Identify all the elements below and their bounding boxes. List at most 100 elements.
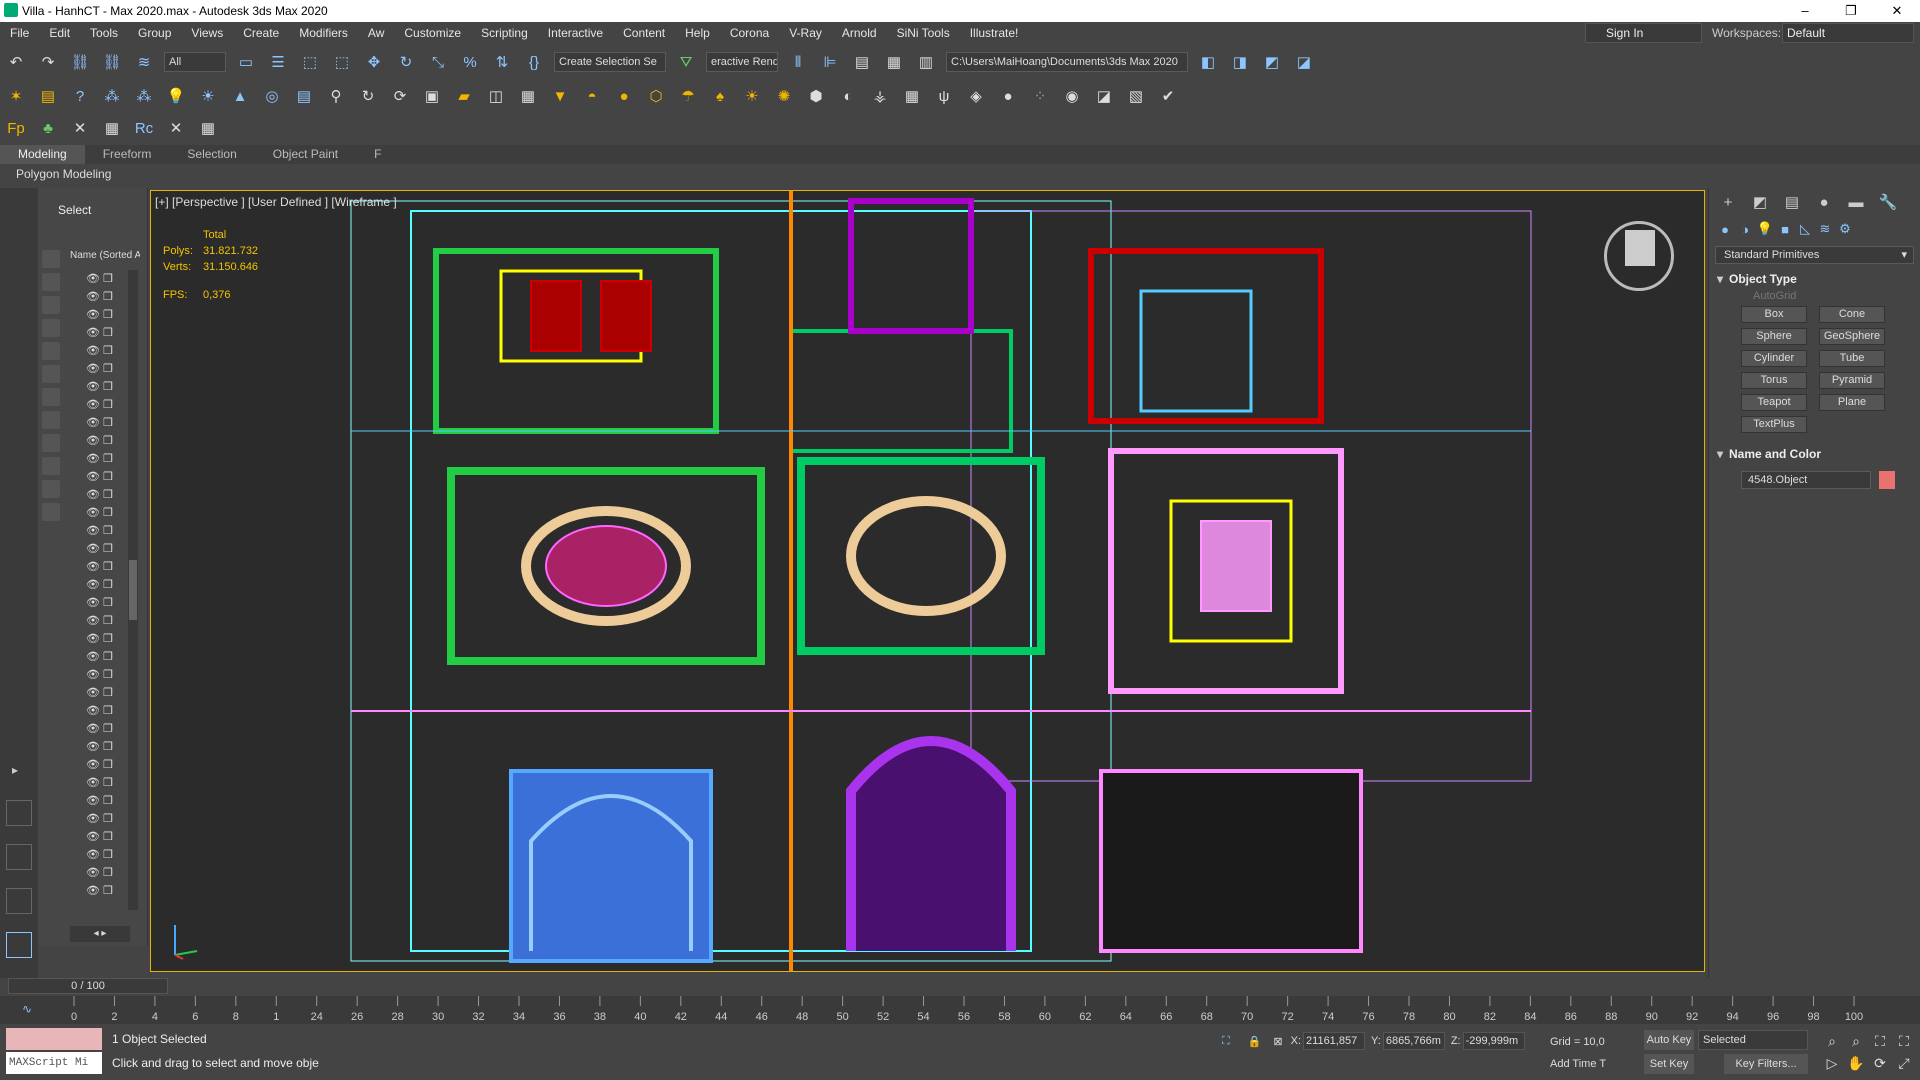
frame-buffer-icon[interactable]: ▣ (421, 85, 443, 107)
pan-icon[interactable]: ✋ (1844, 1052, 1868, 1074)
link-icon[interactable]: ⛓ (69, 51, 91, 73)
z-coordinate-field[interactable]: -299,999m (1462, 1032, 1525, 1050)
helpers-icon[interactable]: ◺ (1795, 221, 1815, 237)
textplus-button[interactable]: TextPlus (1741, 416, 1807, 433)
percent-snap-icon[interactable]: % (459, 51, 481, 73)
name-column-header[interactable]: Name (Sorted A (70, 250, 140, 264)
track-bar[interactable]: ∿ 0 2 4 6 8 1 24 26 28 30 32 34 36 38 40 42 44 46 48 50 52 54… (0, 996, 1920, 1024)
tab-modeling[interactable]: Modeling (0, 145, 85, 164)
interactive-render-icon[interactable]: ⛛ (675, 51, 697, 73)
x-coordinate-field[interactable]: 21161,857 (1303, 1032, 1366, 1050)
orbit-icon[interactable]: ⟳ (1868, 1052, 1892, 1074)
zoom-extents-all-icon[interactable]: ⛶ (1892, 1030, 1916, 1052)
curve-editor-icon[interactable]: ▥ (915, 51, 937, 73)
space-warps-icon[interactable]: ≋ (1815, 221, 1835, 237)
spinner-snap-icon[interactable]: ⇅ (491, 51, 513, 73)
filter-icon[interactable] (42, 296, 60, 314)
primitive-category-dropdown[interactable]: Standard Primitives (1715, 246, 1914, 264)
menu-illustrate[interactable]: Illustrate! (960, 22, 1029, 44)
tab-object-paint[interactable]: Object Paint (255, 145, 356, 164)
menu-sini-tools[interactable]: SiNi Tools (887, 22, 960, 44)
material-icon[interactable]: ◫ (485, 85, 507, 107)
filter-icon[interactable] (42, 503, 60, 521)
materials-icon[interactable]: ◪ (1093, 85, 1115, 107)
menu-create[interactable]: Create (233, 22, 289, 44)
filter-icon[interactable] (42, 434, 60, 452)
render-icon[interactable]: ▦ (517, 85, 539, 107)
teapot-button[interactable]: Teapot (1741, 394, 1807, 411)
mirror-icon[interactable]: ⫴ (787, 51, 809, 73)
polygon-modeling-panel[interactable]: Polygon Modeling (0, 164, 1920, 185)
vray-logo-icon[interactable]: ✔ (1157, 85, 1179, 107)
menu-content[interactable]: Content (613, 22, 675, 44)
tube-button[interactable]: Tube (1819, 350, 1885, 367)
zoom-all-icon[interactable]: ⌕ (1844, 1030, 1868, 1052)
omni-light-icon[interactable]: ▼ (549, 85, 571, 107)
ies-light-icon[interactable]: ♠ (709, 85, 731, 107)
forest-pack-icon[interactable]: Fp (5, 117, 27, 139)
object-name-field[interactable]: 4548.Object (1741, 471, 1871, 489)
filter-icon[interactable] (42, 388, 60, 406)
motion-tab-icon[interactable]: ● (1811, 192, 1837, 214)
minimize-icon[interactable]: – (1782, 0, 1828, 22)
viewport-layout-icon[interactable] (6, 800, 32, 826)
set-key-button[interactable]: Set Key (1644, 1054, 1694, 1074)
close-icon[interactable]: ✕ (1874, 0, 1920, 22)
curve-editor-mini-icon[interactable]: ∿ (22, 1002, 32, 1016)
redo-icon[interactable]: ↷ (37, 51, 59, 73)
color-balls-icon[interactable]: ⁘ (1029, 85, 1051, 107)
lights-icon[interactable]: 💡 (1755, 221, 1775, 237)
spot-light-icon[interactable]: ☂ (677, 85, 699, 107)
help-icon[interactable]: ? (69, 85, 91, 107)
workspace-dropdown[interactable]: Default (1782, 23, 1914, 43)
menu-aw[interactable]: Aw (358, 22, 394, 44)
lock-icon[interactable]: 🔒 (1248, 1035, 1262, 1048)
project-path-dropdown[interactable]: C:\Users\MaiHoang\Documents\3ds Max 2020 (946, 52, 1188, 72)
zoom-icon[interactable]: ⌕ (1820, 1030, 1844, 1052)
filter-icon[interactable] (42, 250, 60, 268)
menu-scripting[interactable]: Scripting (471, 22, 538, 44)
mesh-light-icon[interactable]: ⬡ (645, 85, 667, 107)
proxy-icon[interactable]: ◎ (261, 85, 283, 107)
shapes-icon[interactable]: ◑ (1735, 222, 1755, 237)
cone-light-icon[interactable]: ▲ (229, 85, 251, 107)
autogrid-checkbox[interactable]: AutoGrid (1753, 290, 1920, 302)
display-tab-icon[interactable]: ▬ (1843, 192, 1869, 214)
viewcube-face[interactable] (1625, 230, 1655, 266)
tree-icon[interactable]: ✶ (5, 85, 27, 107)
table-icon[interactable]: ▦ (101, 117, 123, 139)
palette-icon[interactable]: ◉ (1061, 85, 1083, 107)
maxscript-listener[interactable] (6, 1028, 102, 1050)
cameras-icon[interactable]: ■ (1775, 222, 1795, 237)
key-filters-button[interactable]: Key Filters... (1724, 1054, 1808, 1074)
filter-icon[interactable] (42, 273, 60, 291)
viewcube-icon[interactable] (1604, 221, 1674, 291)
filter-icon[interactable] (42, 411, 60, 429)
unlink-icon[interactable]: ⛓ (101, 51, 123, 73)
plane-button[interactable]: Plane (1819, 394, 1885, 411)
select-rotate-icon[interactable]: ↻ (395, 51, 417, 73)
menu-arnold[interactable]: Arnold (832, 22, 887, 44)
menu-modifiers[interactable]: Modifiers (289, 22, 358, 44)
cylinder-button[interactable]: Cylinder (1741, 350, 1807, 367)
interactive-render-dropdown[interactable]: eractive Rendi (706, 52, 778, 72)
select-scale-icon[interactable]: ⤡ (427, 51, 449, 73)
maximize-viewport-icon[interactable]: ⤢ (1892, 1052, 1916, 1074)
railclone-icon[interactable]: Rc (133, 117, 155, 139)
viewport-layout-icon[interactable] (6, 888, 32, 914)
named-selection-set-dropdown[interactable]: Create Selection Se (554, 52, 666, 72)
ball-icon[interactable]: ● (997, 85, 1019, 107)
tab-f[interactable]: F (356, 145, 399, 164)
filter-icon[interactable] (42, 480, 60, 498)
menu-file[interactable]: File (0, 22, 39, 44)
absolute-mode-icon[interactable]: ⊠ (1273, 1035, 1282, 1048)
rendered-frame-window-icon[interactable]: ◨ (1229, 51, 1251, 73)
tab-freeform[interactable]: Freeform (85, 145, 170, 164)
particles-icon[interactable]: ⁂ (101, 85, 123, 107)
menu-interactive[interactable]: Interactive (538, 22, 613, 44)
tab-selection[interactable]: Selection (169, 145, 254, 164)
rotate-tool-icon[interactable]: ↻ (357, 85, 379, 107)
field-of-view-icon[interactable]: ▷ (1820, 1052, 1844, 1074)
menu-group[interactable]: Group (128, 22, 181, 44)
sky-icon[interactable]: ✺ (773, 85, 795, 107)
